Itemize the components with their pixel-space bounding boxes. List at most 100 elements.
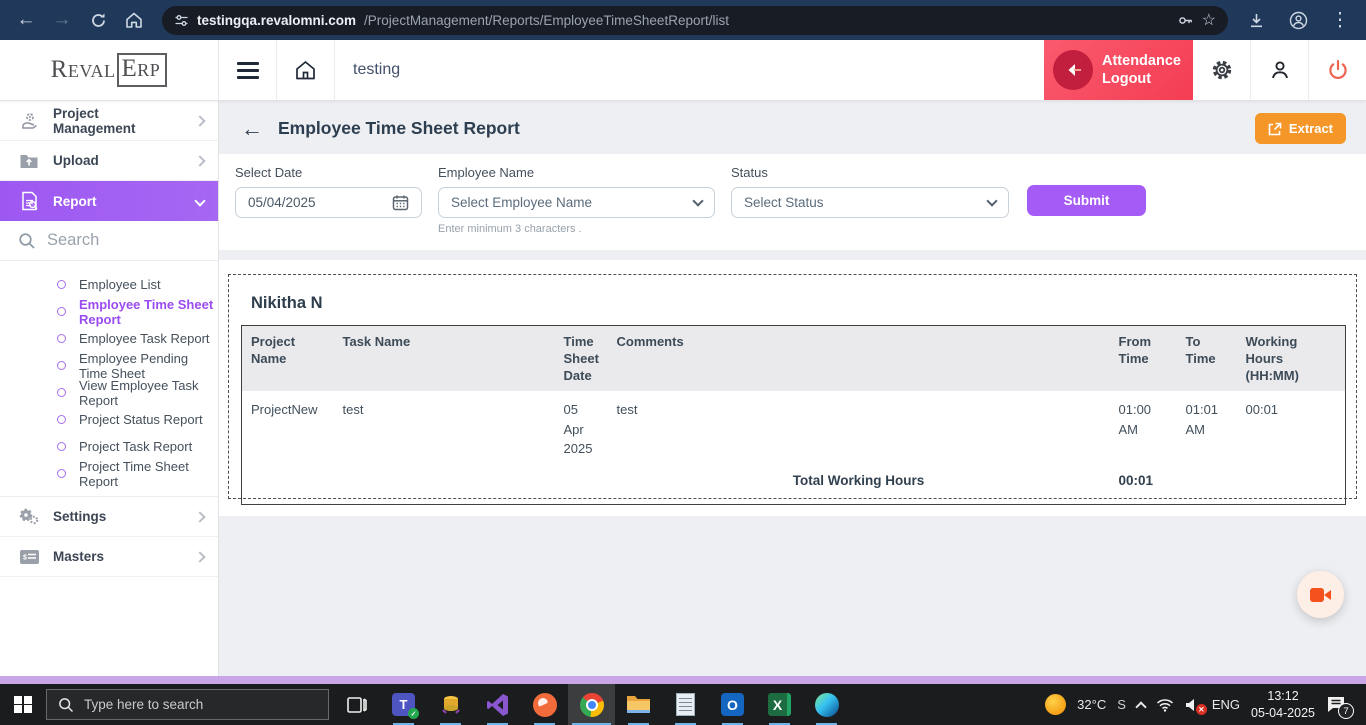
browser-forward-button[interactable]: → [44,4,80,36]
filter-panel: Select Date Employee Name Select Employe… [219,154,1366,250]
file-explorer-icon [626,694,651,715]
sidebar-item-settings[interactable]: Settings [0,497,218,537]
app-home-button[interactable] [277,40,334,100]
site-settings-icon[interactable] [174,13,189,28]
extract-button[interactable]: Extract [1255,113,1346,144]
tray-expand-chevron[interactable] [1135,701,1146,712]
attendance-logout-button[interactable]: Attendance Logout [1044,40,1193,100]
settings-gear-button[interactable] [1193,40,1250,100]
date-input[interactable] [248,195,358,210]
taskbar-app-teams[interactable]: T✓ [380,684,427,725]
employee-name-select[interactable]: Select Employee Name [438,187,715,218]
taskbar-app-visual-studio[interactable] [474,684,521,725]
search-icon [58,697,74,713]
browser-profile-button[interactable] [1280,4,1316,36]
sidebar-item-upload[interactable]: Upload [0,141,218,181]
screen-recorder-button[interactable] [1297,571,1344,618]
sidebar-item-label: Upload [53,153,99,168]
system-tray: 32°C S ✕ ENG 13:12 05-04-2025 7 [1045,688,1366,722]
gear-icon [1210,58,1234,82]
app-header: RevalErp testing Attendance Log [0,40,1366,101]
timesheet-table: Project Name Task Name Time Sheet Date C… [241,325,1346,505]
volume-muted-icon[interactable]: ✕ [1185,698,1201,712]
submenu-item-employee-pending-time-sheet[interactable]: Employee Pending Time Sheet [0,352,218,379]
sidebar-toggle-button[interactable] [219,40,276,100]
report-icon [17,191,41,211]
address-bar[interactable]: testingqa.revalomni.com /ProjectManageme… [162,6,1228,35]
sidebar: Project Management Upload Report [0,101,219,676]
taskbar-clock[interactable]: 13:12 05-04-2025 [1251,688,1315,722]
submenu-item-project-time-sheet-report[interactable]: Project Time Sheet Report [0,460,218,487]
sidebar-search-input[interactable] [47,231,200,250]
sidebar-item-label: Settings [53,509,106,524]
submenu-item-project-task-report[interactable]: Project Task Report [0,433,218,460]
date-picker[interactable] [235,187,422,218]
task-view-icon [346,695,368,715]
search-icon [18,232,36,250]
column-header: Comments [608,326,1110,392]
status-select[interactable]: Select Status [731,187,1009,218]
table-row: ProjectNew test 05 Apr 2025 test 01:00 A… [242,391,1346,469]
submenu-item-employee-list[interactable]: Employee List [0,271,218,298]
tray-date: 05-04-2025 [1251,706,1315,720]
action-center-button[interactable]: 7 [1326,695,1354,714]
submenu-item-employee-task-report[interactable]: Employee Task Report [0,325,218,352]
sidebar-item-masters[interactable]: $ Masters [0,537,218,577]
taskbar-task-view-button[interactable] [333,684,380,725]
table-header-row: Project Name Task Name Time Sheet Date C… [242,326,1346,392]
weather-sun-icon[interactable] [1045,694,1066,715]
windows-taskbar: Type here to search T✓ [0,684,1366,725]
submenu-item-view-employee-task-report[interactable]: View Employee Task Report [0,379,218,406]
taskbar-app-file-explorer[interactable] [615,684,662,725]
taskbar-app-postman[interactable] [521,684,568,725]
bullet-icon [57,442,66,451]
svg-text:$: $ [23,554,27,561]
wifi-icon[interactable] [1156,698,1174,712]
taskbar-search-box[interactable]: Type here to search [46,689,329,720]
sidebar-item-label: Masters [53,549,104,564]
employee-field-group: Employee Name Select Employee Name Enter… [438,165,715,235]
calendar-icon [392,194,409,211]
visual-studio-icon [486,693,510,717]
notification-count-badge: 7 [1338,703,1354,719]
power-icon [1326,58,1350,82]
taskbar-app-ssms[interactable] [427,684,474,725]
edge-icon [815,693,839,717]
submenu-item-project-status-report[interactable]: Project Status Report [0,406,218,433]
sidebar-item-project-management[interactable]: Project Management [0,101,218,141]
chevron-right-icon [194,155,205,166]
chevron-down-icon [194,195,205,206]
date-field-group: Select Date [235,165,422,218]
taskbar-app-notepad[interactable] [662,684,709,725]
browser-menu-button[interactable]: ⋮ [1322,4,1358,36]
bullet-icon [57,388,66,397]
cell-task-name: test [334,391,555,469]
masters-icon: $ [17,549,41,565]
hamburger-icon [237,62,259,79]
start-button[interactable] [0,684,46,725]
temperature-text[interactable]: 32°C [1077,697,1106,712]
submenu-item-employee-time-sheet-report[interactable]: Employee Time Sheet Report [0,298,218,325]
bookmark-star-icon[interactable]: ☆ [1202,10,1216,30]
sidebar-item-label: Report [53,194,97,209]
browser-home-button[interactable] [116,4,152,36]
taskbar-app-edge[interactable] [803,684,850,725]
download-button[interactable] [1238,4,1274,36]
weather-desc-text[interactable]: S [1117,697,1126,712]
password-key-icon[interactable] [1177,12,1194,29]
sidebar-item-report[interactable]: Report [0,181,218,221]
taskbar-app-outlook[interactable]: O [709,684,756,725]
browser-back-button[interactable]: ← [8,4,44,36]
browser-refresh-button[interactable] [80,4,116,36]
bullet-icon [57,280,66,289]
taskbar-app-chrome[interactable] [568,684,615,725]
user-profile-button[interactable] [1251,40,1308,100]
back-arrow-button[interactable]: ← [241,118,263,140]
chevron-right-icon [194,115,205,126]
status-label: Status [731,165,1009,180]
bullet-icon [57,361,66,370]
taskbar-app-excel[interactable]: X [756,684,803,725]
submit-button[interactable]: Submit [1027,185,1146,216]
language-indicator[interactable]: ENG [1212,697,1240,712]
power-logout-button[interactable] [1309,40,1366,100]
